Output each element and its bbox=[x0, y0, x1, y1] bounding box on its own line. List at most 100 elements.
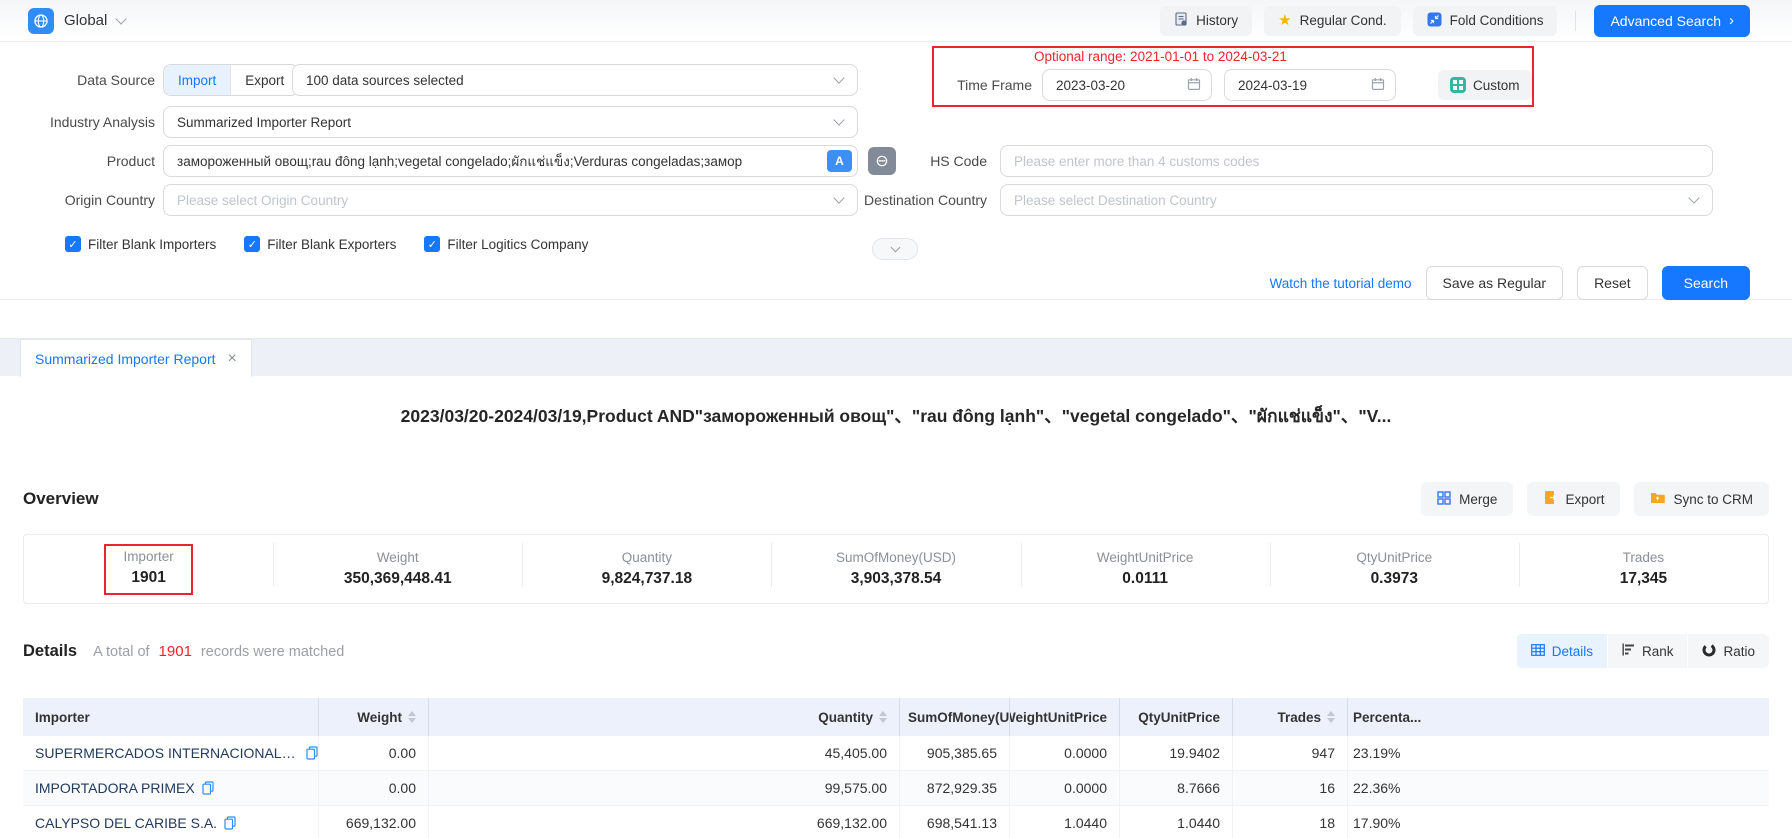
tutorial-link[interactable]: Watch the tutorial demo bbox=[1269, 276, 1411, 291]
destination-country-select[interactable]: Please select Destination Country bbox=[1000, 184, 1713, 216]
sync-to-crm-button[interactable]: Sync to CRM bbox=[1634, 482, 1769, 516]
calendar-icon bbox=[1187, 77, 1201, 94]
filter-logitics-company-label: Filter Logitics Company bbox=[447, 237, 588, 252]
tab-summarized-importer-report[interactable]: Summarized Importer Report × bbox=[20, 339, 252, 377]
data-sources-select[interactable]: 100 data sources selected bbox=[292, 64, 858, 96]
export-button[interactable]: Export bbox=[1527, 482, 1620, 516]
advanced-search-label: Advanced Search bbox=[1610, 13, 1721, 29]
overview-heading: Overview bbox=[23, 489, 99, 509]
stat-value: 350,369,448.41 bbox=[344, 570, 452, 588]
save-as-regular-button[interactable]: Save as Regular bbox=[1426, 266, 1564, 300]
importer-name[interactable]: IMPORTADORA PRIMEX bbox=[35, 780, 195, 796]
sort-icon[interactable] bbox=[408, 711, 416, 723]
col-quantity[interactable]: Quantity bbox=[429, 698, 900, 736]
weight-cell: 0.00 bbox=[319, 736, 429, 770]
start-date-input[interactable]: 2023-03-20 bbox=[1042, 69, 1212, 101]
industry-analysis-select[interactable]: Summarized Importer Report bbox=[163, 106, 858, 138]
product-value: замороженный овощ;rau đông lạnh;vegetal … bbox=[177, 150, 821, 172]
filter-blank-exporters-checkbox[interactable]: ✓ Filter Blank Exporters bbox=[244, 236, 396, 252]
reset-button[interactable]: Reset bbox=[1577, 266, 1648, 300]
stat-value: 0.3973 bbox=[1371, 570, 1418, 588]
star-icon: ★ bbox=[1278, 13, 1291, 28]
sort-icon[interactable] bbox=[879, 711, 887, 723]
destination-country-placeholder: Please select Destination Country bbox=[1014, 193, 1217, 208]
collapse-conditions-button[interactable] bbox=[872, 238, 918, 260]
time-frame-label: Time Frame bbox=[952, 77, 1032, 93]
regular-cond-label: Regular Cond. bbox=[1300, 13, 1387, 28]
data-source-label: Data Source bbox=[5, 64, 155, 96]
chevron-down-icon bbox=[833, 114, 844, 125]
industry-analysis-value: Summarized Importer Report bbox=[177, 115, 351, 130]
tab-label: Summarized Importer Report bbox=[35, 351, 216, 367]
history-button[interactable]: History bbox=[1160, 6, 1252, 36]
stat-quantity: Quantity 9,824,737.18 bbox=[522, 550, 771, 588]
merge-button[interactable]: Merge bbox=[1421, 482, 1513, 516]
filter-blank-importers-checkbox[interactable]: ✓ Filter Blank Importers bbox=[65, 236, 216, 252]
origin-country-select[interactable]: Please select Origin Country bbox=[163, 184, 858, 216]
chevron-right-icon: › bbox=[1729, 13, 1734, 28]
hs-code-input[interactable]: Please enter more than 4 customs codes bbox=[1000, 145, 1713, 177]
view-details-label: Details bbox=[1552, 644, 1593, 659]
end-date-value: 2024-03-19 bbox=[1238, 78, 1307, 93]
advanced-search-button[interactable]: Advanced Search › bbox=[1594, 5, 1750, 37]
globe-icon bbox=[28, 8, 54, 34]
export-toggle[interactable]: Export bbox=[230, 65, 298, 95]
percentage-cell: 17.90% bbox=[1348, 806, 1433, 838]
col-filler bbox=[1433, 698, 1769, 736]
view-ratio-label: Ratio bbox=[1723, 644, 1755, 659]
origin-country-placeholder: Please select Origin Country bbox=[177, 193, 348, 208]
sort-icon[interactable] bbox=[1327, 711, 1335, 723]
view-ratio-button[interactable]: Ratio bbox=[1688, 634, 1769, 668]
copy-icon[interactable] bbox=[224, 816, 236, 830]
chevron-down-icon bbox=[890, 243, 900, 253]
table-row: CALYPSO DEL CARIBE S.A. 669,132.00 669,1… bbox=[23, 806, 1769, 838]
view-details-button[interactable]: Details bbox=[1517, 634, 1607, 668]
filter-logitics-company-checkbox[interactable]: ✓ Filter Logitics Company bbox=[424, 236, 588, 252]
stat-label: WeightUnitPrice bbox=[1097, 550, 1194, 565]
trades-cell: 18 bbox=[1233, 806, 1348, 838]
view-rank-button[interactable]: Rank bbox=[1608, 634, 1688, 668]
stat-label: Trades bbox=[1623, 550, 1665, 565]
calendar-icon bbox=[1371, 77, 1385, 94]
importer-annotation-box: Importer 1901 bbox=[104, 544, 192, 595]
importer-name[interactable]: CALYPSO DEL CARIBE S.A. bbox=[35, 815, 217, 831]
product-input[interactable]: замороженный овощ;rau đông lạnh;vegetal … bbox=[163, 145, 858, 177]
qtyunitprice-cell: 8.7666 bbox=[1120, 771, 1233, 805]
col-weight[interactable]: Weight bbox=[319, 698, 429, 736]
stat-label: SumOfMoney(USD) bbox=[836, 550, 956, 565]
table-row: IMPORTADORA PRIMEX 0.00 99,575.00 872,92… bbox=[23, 771, 1769, 806]
timeframe-annotation-box: Optional range: 2021-01-01 to 2024-03-21… bbox=[932, 46, 1534, 107]
filler-cell bbox=[1433, 806, 1769, 838]
form-actions: Watch the tutorial demo Save as Regular … bbox=[1269, 266, 1750, 300]
fold-conditions-button[interactable]: Fold Conditions bbox=[1413, 6, 1558, 36]
end-date-input[interactable]: 2024-03-19 bbox=[1224, 69, 1396, 101]
topbar-divider bbox=[1575, 11, 1576, 31]
import-toggle[interactable]: Import bbox=[164, 65, 230, 95]
copy-icon[interactable] bbox=[306, 746, 318, 760]
col-trades[interactable]: Trades bbox=[1233, 698, 1348, 736]
stat-value: 0.0111 bbox=[1122, 570, 1168, 588]
region-selector[interactable]: Global bbox=[28, 8, 125, 34]
stat-value: 9,824,737.18 bbox=[602, 570, 693, 588]
view-rank-label: Rank bbox=[1642, 644, 1674, 659]
overview-row: Overview Merge Export Sync to CRM bbox=[23, 482, 1769, 516]
folder-icon bbox=[1650, 491, 1665, 507]
stat-trades: Trades 17,345 bbox=[1519, 550, 1768, 588]
total-suffix: records were matched bbox=[201, 644, 344, 660]
importer-name[interactable]: SUPERMERCADOS INTERNACIONALES H E B bbox=[35, 745, 299, 761]
filter-checkboxes: ✓ Filter Blank Importers ✓ Filter Blank … bbox=[65, 236, 588, 252]
custom-range-button[interactable]: Custom bbox=[1438, 70, 1532, 100]
data-sources-value: 100 data sources selected bbox=[306, 73, 464, 88]
start-date-value: 2023-03-20 bbox=[1056, 78, 1125, 93]
regular-cond-button[interactable]: ★ Regular Cond. bbox=[1264, 6, 1401, 36]
importer-cell: SUPERMERCADOS INTERNACIONALES H E B bbox=[23, 736, 319, 770]
merge-label: Merge bbox=[1459, 492, 1497, 507]
record-count-text: A total of 1901 records were matched bbox=[93, 643, 344, 660]
col-sumofmoney[interactable]: SumOfMoney(U... bbox=[900, 698, 1010, 736]
search-button[interactable]: Search bbox=[1662, 266, 1750, 300]
quantity-cell: 99,575.00 bbox=[429, 771, 900, 805]
copy-icon[interactable] bbox=[202, 781, 214, 795]
close-icon[interactable]: × bbox=[228, 351, 237, 367]
weightunitprice-cell: 0.0000 bbox=[1010, 736, 1120, 770]
stat-importer: Importer 1901 bbox=[24, 544, 273, 595]
